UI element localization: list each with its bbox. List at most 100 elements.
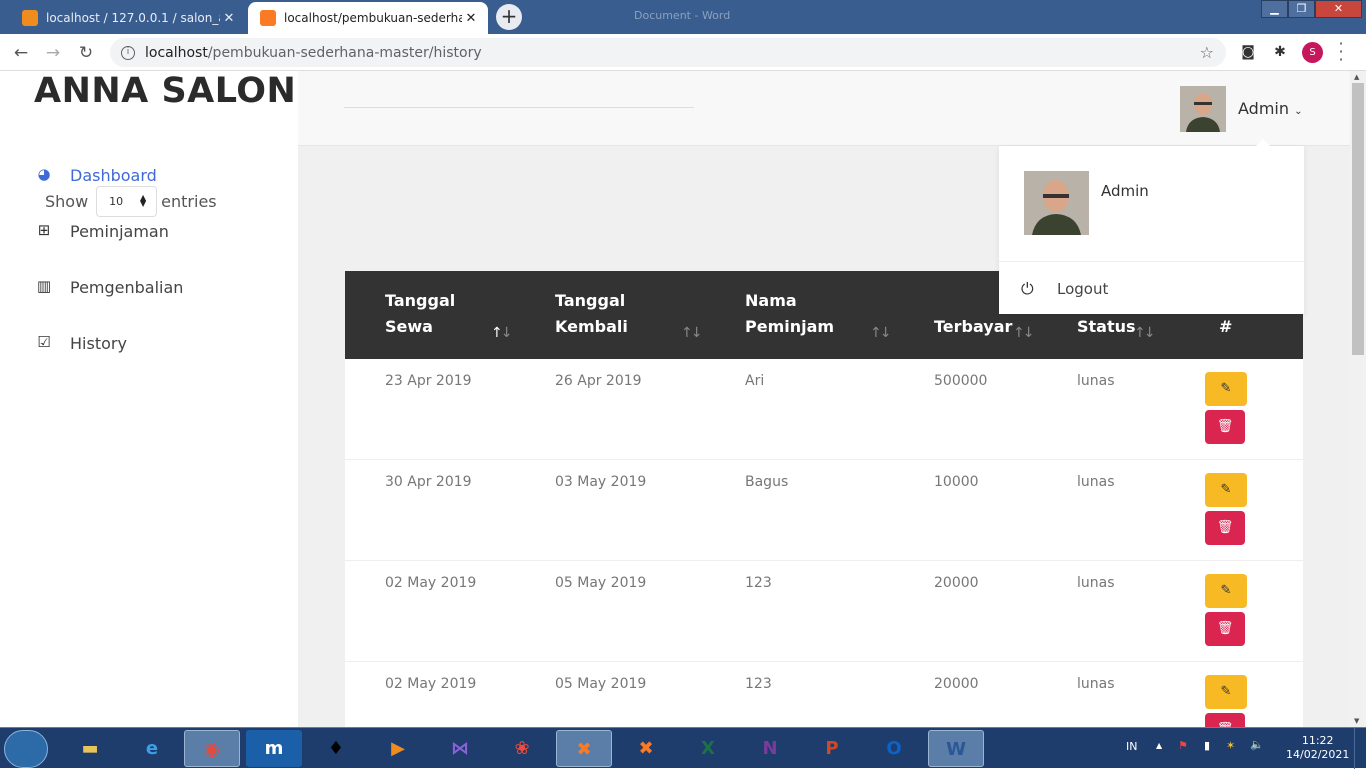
close-tab-icon[interactable]: ✕	[220, 11, 238, 26]
forward-icon[interactable]: →	[41, 41, 65, 65]
paw-app-icon[interactable]: ❀	[494, 730, 550, 767]
edit-button[interactable]: ✎	[1205, 675, 1247, 709]
sidebar-item-dashboard[interactable]: ◕ Dashboard	[34, 165, 156, 185]
new-tab-button[interactable]: +	[496, 4, 522, 30]
cell-tanggal-sewa: 23 Apr 2019	[385, 373, 472, 389]
col-status[interactable]: Status	[1077, 314, 1136, 340]
edit-button[interactable]: ✎	[1205, 574, 1247, 608]
sort-icon[interactable]: ↑↓	[681, 325, 703, 341]
language-indicator[interactable]: IN	[1126, 740, 1137, 753]
battery-icon[interactable]: ▮	[1204, 739, 1210, 752]
puzzle-icon[interactable]: ✱	[1270, 42, 1290, 62]
delete-button[interactable]: 🗑	[1205, 511, 1245, 545]
bookmark-star-icon[interactable]: ☆	[1200, 43, 1214, 62]
cell-nama: 123	[745, 575, 772, 591]
table-row: 02 May 2019 05 May 2019 123 20000 lunas …	[345, 662, 1303, 727]
user-dropdown: Admin ⏻ Logout	[999, 139, 1304, 314]
col-nama-peminjam[interactable]: Nama Peminjam	[745, 288, 834, 340]
entries-select[interactable]: 10 ▲ ▼	[96, 186, 158, 217]
search-underline[interactable]	[344, 107, 694, 108]
logout-button[interactable]: ⏻ Logout	[1021, 279, 1108, 299]
show-desktop-button[interactable]	[1354, 728, 1366, 769]
extension-icon[interactable]: ◙	[1238, 42, 1258, 62]
xampp-control-icon[interactable]: ✖	[618, 730, 674, 767]
page-scrollbar[interactable]: ▲ ▼	[1350, 71, 1366, 727]
windows-taskbar: ▬ e ◉ m ♦ ▶ ⋈ ❀ ✖ ✖ X N P O W IN ▲ ⚑ ▮ ✶…	[0, 727, 1366, 769]
address-bar[interactable]: i localhost/pembukuan-sederhana-master/h…	[110, 38, 1226, 67]
xampp-taskbar-icon[interactable]: ✖	[556, 730, 612, 767]
cell-status: lunas	[1077, 575, 1115, 591]
col-tanggal-sewa[interactable]: Tanggal Sewa	[385, 288, 455, 340]
sidebar-item-peminjaman[interactable]: ⊞ Peminjaman	[34, 221, 169, 241]
powerpoint-icon[interactable]: P	[804, 730, 860, 767]
table-icon: ⊞	[37, 221, 51, 239]
col-terbayar[interactable]: Terbayar	[934, 314, 1012, 340]
outlook-icon[interactable]: O	[866, 730, 922, 767]
clock-date: 14/02/2021	[1286, 748, 1350, 761]
tray-arrow-icon[interactable]: ▲	[1156, 741, 1162, 750]
minimize-button[interactable]: ▁	[1261, 0, 1288, 18]
visual-studio-icon[interactable]: ⋈	[432, 730, 488, 767]
checkbox-icon: ☑	[37, 333, 51, 351]
scroll-up-icon[interactable]: ▲	[1354, 73, 1359, 81]
scroll-thumb[interactable]	[1352, 83, 1364, 355]
maximize-button[interactable]: ❐	[1288, 0, 1315, 18]
onenote-icon[interactable]: N	[742, 730, 798, 767]
cell-tanggal-kembali: 05 May 2019	[555, 575, 647, 591]
dropdown-user-name: Admin	[1101, 182, 1149, 200]
cell-terbayar: 20000	[934, 575, 979, 591]
table-row: 02 May 2019 05 May 2019 123 20000 lunas …	[345, 561, 1303, 662]
url-path: /pembukuan-sederhana-master/history	[207, 44, 482, 61]
sort-icon[interactable]: ↑↓	[1134, 325, 1156, 341]
internet-explorer-icon[interactable]: e	[124, 730, 180, 767]
sort-icon[interactable]: ↑↓	[870, 325, 892, 341]
sidebar-item-history[interactable]: ☑ History	[34, 333, 127, 353]
chrome-icon[interactable]: ◉	[184, 730, 240, 767]
sidebar: ANNA SALON ◕ Dashboard ⊞ Peminjaman ▥ Pe…	[0, 71, 298, 727]
clock[interactable]: 11:22 14/02/2021	[1286, 734, 1349, 762]
phpmyadmin-icon	[22, 10, 38, 26]
menu-dots-icon[interactable]: · · ·	[1336, 36, 1346, 68]
profile-avatar[interactable]: S	[1302, 42, 1323, 63]
cell-nama: Bagus	[745, 474, 789, 490]
tab-history[interactable]: localhost/pembukuan-sederhana-master/his…	[248, 2, 488, 34]
excel-icon[interactable]: X	[680, 730, 736, 767]
sort-icon[interactable]: ↑↓	[1013, 325, 1035, 341]
logout-label: Logout	[1057, 280, 1109, 298]
browser-titlebar: localhost / 127.0.0.1 / salon_anna ✕ loc…	[0, 0, 1366, 34]
avatar[interactable]	[1180, 86, 1226, 132]
dropdown-caret	[1256, 139, 1270, 146]
tab-phpmyadmin[interactable]: localhost / 127.0.0.1 / salon_anna ✕	[10, 2, 246, 34]
datatable-length: Show 10 ▲ ▼ entries	[45, 186, 217, 217]
sidebar-item-label: Pemgenbalian	[70, 277, 184, 297]
sidebar-item-pemgenbalian[interactable]: ▥ Pemgenbalian	[34, 277, 184, 297]
delete-button[interactable]: 🗑	[1205, 410, 1245, 444]
info-icon[interactable]: i	[121, 45, 135, 60]
delete-button[interactable]: 🗑	[1205, 713, 1245, 727]
close-tab-icon[interactable]: ✕	[462, 11, 480, 26]
volume-icon[interactable]: 🔈	[1250, 738, 1264, 751]
edit-button[interactable]: ✎	[1205, 372, 1247, 406]
edit-button[interactable]: ✎	[1205, 473, 1247, 507]
media-player-icon[interactable]: ▶	[370, 730, 426, 767]
network-icon[interactable]: ✶	[1226, 739, 1235, 752]
scroll-down-icon[interactable]: ▼	[1354, 717, 1359, 725]
col-tanggal-kembali[interactable]: Tanggal Kembali	[555, 288, 628, 340]
start-button[interactable]	[4, 730, 48, 768]
edit-icon: ✎	[1220, 381, 1232, 396]
tab-title: localhost/pembukuan-sederhana-master/his…	[284, 11, 462, 25]
user-menu-toggle[interactable]: Admin ⌄	[1238, 99, 1302, 118]
delete-button[interactable]: 🗑	[1205, 612, 1245, 646]
flag-icon[interactable]: ⚑	[1178, 739, 1188, 752]
maxthon-icon[interactable]: m	[246, 730, 302, 767]
xampp-icon	[260, 10, 276, 26]
sort-asc-icon[interactable]: ↑↓	[491, 325, 512, 341]
back-icon[interactable]: ←	[9, 41, 33, 65]
edit-icon: ✎	[1220, 684, 1232, 699]
word-icon[interactable]: W	[928, 730, 984, 767]
inkscape-icon[interactable]: ♦	[308, 730, 364, 767]
explorer-icon[interactable]: ▬	[62, 730, 118, 767]
url-host: localhost	[145, 44, 208, 61]
reload-icon[interactable]: ↻	[74, 41, 98, 65]
close-window-button[interactable]: ✕	[1315, 0, 1362, 18]
